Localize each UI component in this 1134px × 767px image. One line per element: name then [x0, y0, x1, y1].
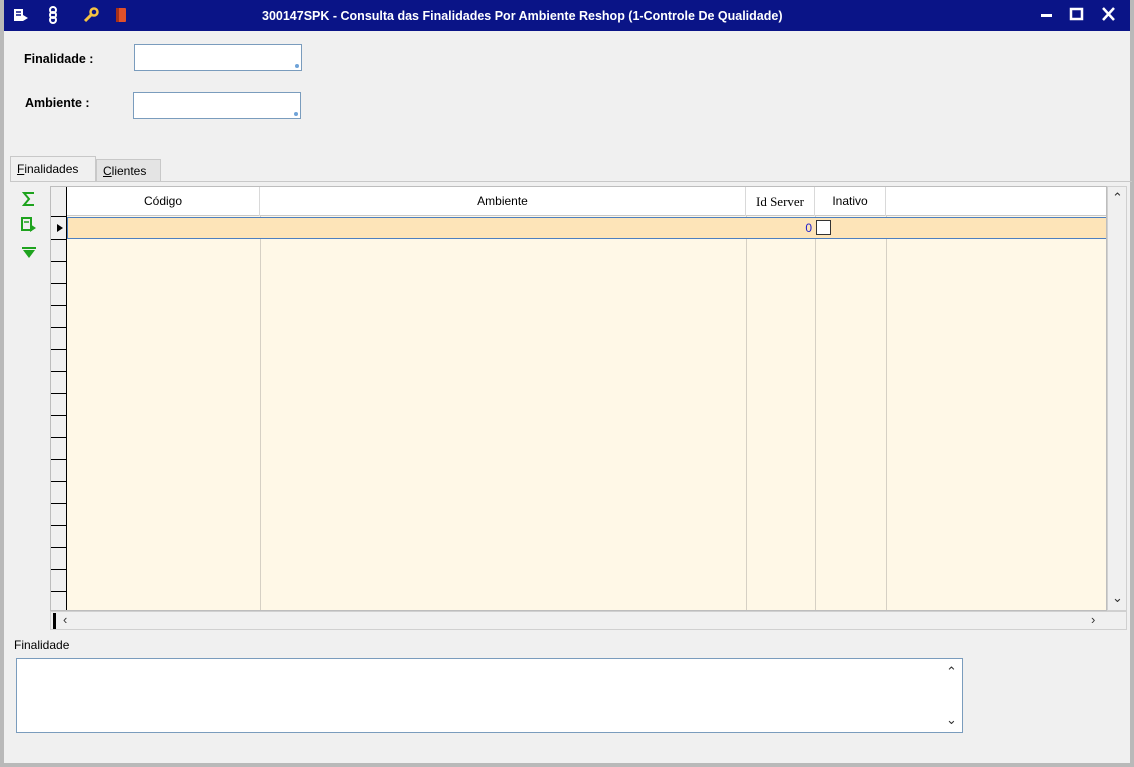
- tab-finalidades[interactable]: Finalidades: [10, 156, 96, 181]
- row-indicator-column: [51, 187, 67, 610]
- memo-scrollbar[interactable]: ⌃ ⌄: [942, 659, 962, 732]
- tab-clientes[interactable]: Clientes: [96, 159, 161, 181]
- ambiente-label: Ambiente :: [25, 96, 90, 110]
- book-icon[interactable]: [112, 6, 130, 24]
- tab-clientes-label: Clientes: [103, 164, 147, 178]
- minimize-icon[interactable]: [1038, 6, 1056, 22]
- finalidade-memo[interactable]: ⌃ ⌄: [16, 658, 963, 733]
- column-header-inativo[interactable]: Inativo: [815, 187, 886, 216]
- title-bar[interactable]: 300147SPK - Consulta das Finalidades Por…: [4, 0, 1130, 31]
- sum-icon[interactable]: [20, 190, 38, 208]
- table-row[interactable]: 0: [67, 217, 1106, 239]
- grid-horizontal-scrollbar[interactable]: ‹ ›: [50, 611, 1127, 630]
- column-header-id-server[interactable]: Id Server: [746, 187, 815, 216]
- memo-label: Finalidade: [14, 638, 70, 652]
- export-icon[interactable]: [20, 216, 38, 234]
- close-icon[interactable]: [1100, 6, 1118, 22]
- finalidade-input[interactable]: [134, 44, 302, 71]
- scroll-thumb[interactable]: [53, 613, 56, 629]
- cell-ambiente[interactable]: [261, 218, 747, 238]
- memo-scroll-up-icon[interactable]: ⌃: [946, 665, 957, 679]
- window-title: 300147SPK - Consulta das Finalidades Por…: [262, 9, 783, 23]
- data-grid[interactable]: Código Ambiente Id Server Inativo 0: [50, 186, 1107, 611]
- scroll-down-icon[interactable]: ⌄: [1112, 591, 1123, 605]
- memo-scroll-down-icon[interactable]: ⌄: [946, 713, 957, 727]
- cell-codigo[interactable]: [68, 218, 261, 238]
- stack-icon[interactable]: [44, 6, 62, 24]
- column-header-ambiente[interactable]: Ambiente: [260, 187, 746, 216]
- lookup-icon[interactable]: [293, 111, 300, 118]
- cell-inativo[interactable]: [816, 218, 836, 238]
- grid-vertical-scrollbar[interactable]: ⌃ ⌄: [1107, 186, 1127, 611]
- column-header-codigo[interactable]: Código: [67, 187, 260, 216]
- lookup-icon[interactable]: [294, 63, 301, 70]
- current-row-arrow-icon: [57, 224, 63, 232]
- scroll-right-icon[interactable]: ›: [1091, 613, 1095, 627]
- maximize-icon[interactable]: [1068, 6, 1086, 22]
- scroll-up-icon[interactable]: ⌃: [1112, 191, 1123, 205]
- app-window: 300147SPK - Consulta das Finalidades Por…: [0, 0, 1134, 767]
- cell-id-server[interactable]: 0: [747, 218, 812, 238]
- list-export-icon[interactable]: [12, 6, 30, 24]
- finalidade-label: Finalidade :: [24, 52, 94, 66]
- scroll-left-icon[interactable]: ‹: [63, 613, 67, 627]
- inativo-checkbox[interactable]: [816, 220, 831, 235]
- grid-header: Código Ambiente Id Server Inativo: [67, 187, 1106, 216]
- ambiente-input[interactable]: [133, 92, 301, 119]
- expand-down-icon[interactable]: [20, 244, 38, 262]
- wrench-icon[interactable]: [82, 6, 100, 24]
- tab-finalidades-label: Finalidades: [17, 162, 79, 176]
